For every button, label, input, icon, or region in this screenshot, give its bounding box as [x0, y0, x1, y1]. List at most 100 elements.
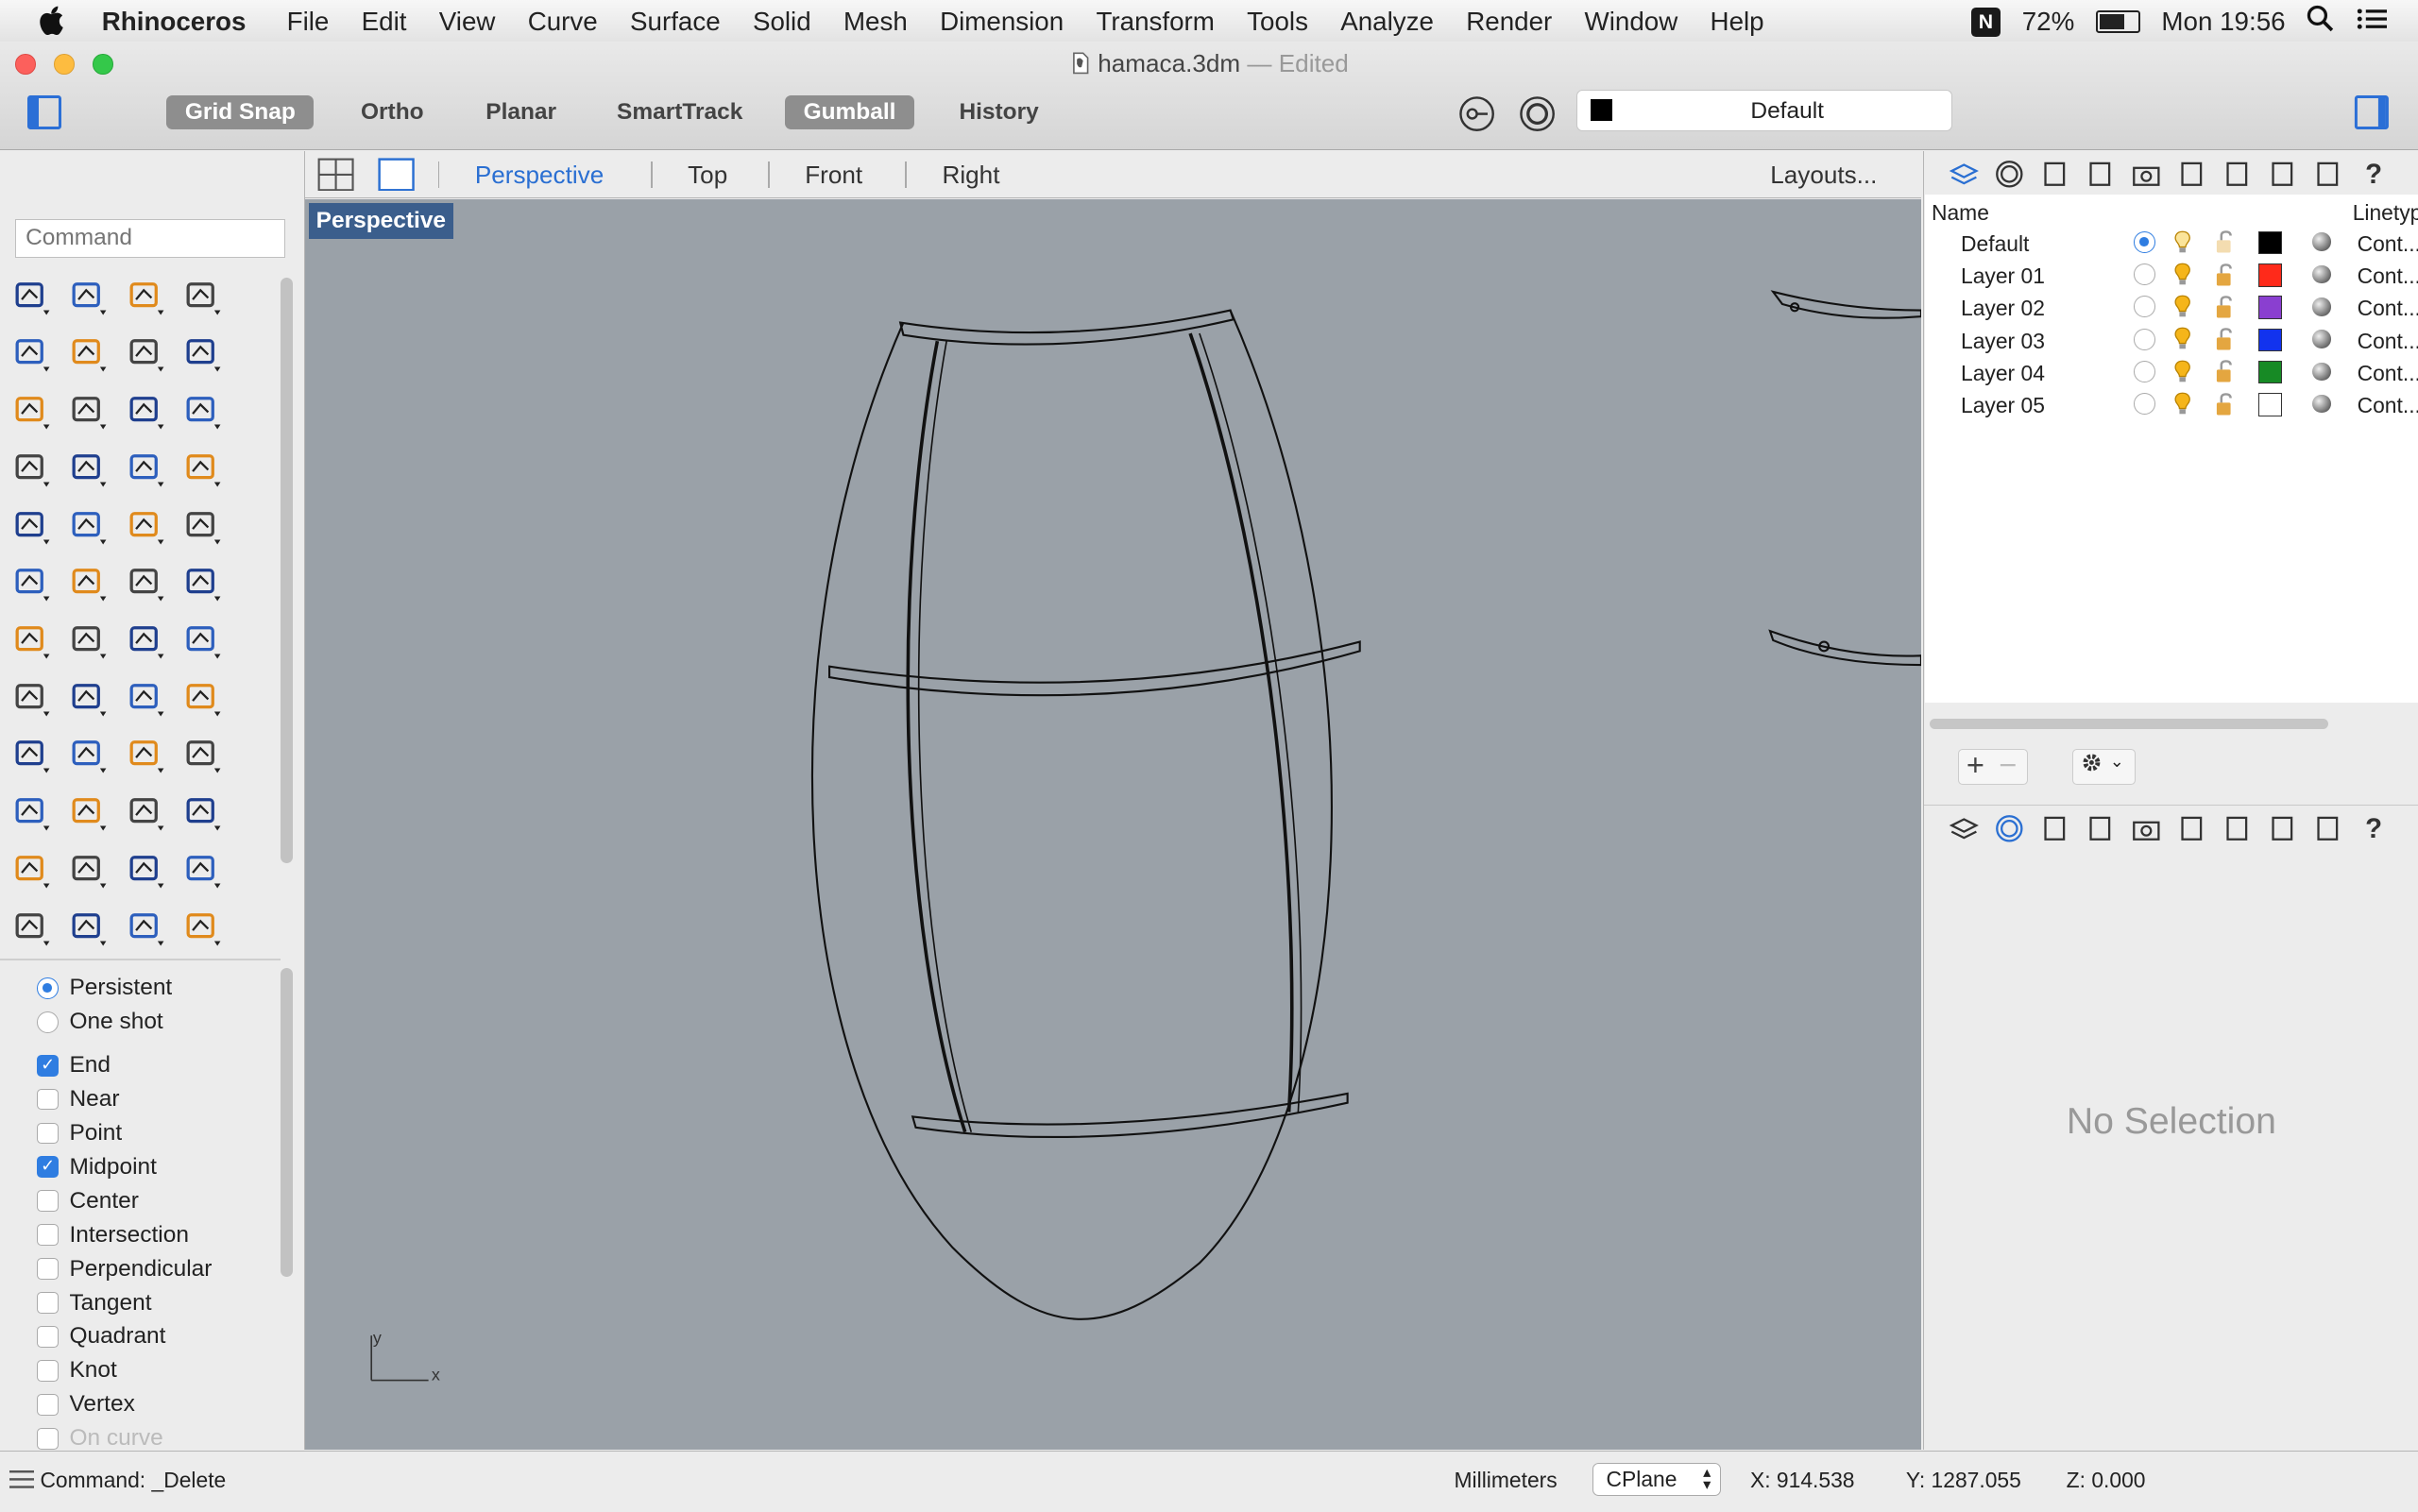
tab-perspective[interactable]: Perspective: [475, 161, 604, 190]
layer-material-icon[interactable]: [2312, 297, 2331, 316]
spotlight-search-icon[interactable]: [2307, 5, 2334, 39]
layer-color-swatch[interactable]: [2258, 263, 2282, 287]
rotate-view-icon[interactable]: [9, 848, 56, 894]
osnap-tangent[interactable]: Tangent: [37, 1286, 152, 1320]
osnap-toggle-icon[interactable]: [1458, 95, 1495, 138]
patch-icon[interactable]: [180, 447, 227, 493]
layer-color-swatch[interactable]: [2258, 361, 2282, 384]
checkbox[interactable]: [37, 1224, 60, 1247]
grid-icon[interactable]: [2176, 813, 2204, 841]
radio-button[interactable]: [37, 977, 60, 999]
app-name-menu[interactable]: Rhinoceros: [102, 7, 247, 37]
analyze-icon[interactable]: [9, 733, 56, 779]
layer-lock-icon[interactable]: [2212, 229, 2237, 254]
tab-front[interactable]: Front: [805, 161, 862, 190]
checkbox[interactable]: [37, 1393, 60, 1416]
layer-color-swatch[interactable]: [2258, 230, 2282, 255]
help-icon[interactable]: ?: [2358, 813, 2385, 844]
layer-lock-icon[interactable]: [2212, 263, 2237, 287]
remove-layer-button[interactable]: −: [1999, 747, 2017, 783]
single-viewport-icon[interactable]: [378, 157, 415, 197]
display-icon[interactable]: [1994, 159, 2023, 188]
menu-mesh[interactable]: Mesh: [843, 7, 908, 37]
monitor-icon[interactable]: [2312, 159, 2340, 187]
current-layer-radio[interactable]: [2133, 361, 2155, 382]
layer-visible-bulb-icon[interactable]: [2169, 325, 2196, 352]
menu-help[interactable]: Help: [1711, 7, 1764, 37]
trim-icon[interactable]: [66, 504, 112, 551]
layouts-button[interactable]: Layouts...: [1770, 161, 1877, 190]
scale-icon[interactable]: [180, 561, 227, 607]
layer-lock-icon[interactable]: [2212, 392, 2237, 416]
rotate-icon[interactable]: [124, 561, 170, 607]
record-history-icon[interactable]: [1519, 95, 1556, 138]
menu-edit[interactable]: Edit: [362, 7, 407, 37]
align-icon[interactable]: [180, 676, 227, 722]
checkbox[interactable]: [37, 1258, 60, 1281]
menu-tools[interactable]: Tools: [1247, 7, 1308, 37]
layer-material-icon[interactable]: [2312, 394, 2331, 414]
snapshot-icon[interactable]: [180, 848, 227, 894]
grid-array-icon[interactable]: [124, 676, 170, 722]
camera-icon[interactable]: [2131, 159, 2160, 187]
layers-icon[interactable]: [1949, 813, 1979, 841]
layer-options-dropdown[interactable]: ⌄: [2071, 749, 2136, 786]
camera-icon[interactable]: [2131, 813, 2160, 841]
checkbox[interactable]: [37, 1190, 60, 1213]
layer-linetype[interactable]: Cont...: [2358, 296, 2418, 321]
join-icon[interactable]: [180, 504, 227, 551]
menu-solid[interactable]: Solid: [753, 7, 811, 37]
toggle-right-sidebar-button[interactable]: [2354, 95, 2389, 130]
cplane-dropdown[interactable]: CPlane ▴ ▾: [1592, 1462, 1722, 1497]
menu-analyze[interactable]: Analyze: [1340, 7, 1434, 37]
current-layer-radio[interactable]: [2133, 263, 2155, 285]
layer-linetype[interactable]: Cont...: [2358, 393, 2418, 418]
layer-visible-bulb-icon[interactable]: [2169, 229, 2196, 256]
current-layer-radio[interactable]: [2133, 393, 2155, 416]
units-label[interactable]: Millimeters: [1455, 1468, 1558, 1493]
layer-row[interactable]: Layer 05 Cont...: [1925, 388, 2418, 420]
current-layer-radio[interactable]: [2133, 296, 2155, 318]
tool-palette-scrollbar[interactable]: [281, 277, 294, 864]
zoom-window-icon[interactable]: [66, 790, 112, 837]
display-icon[interactable]: [1994, 813, 2023, 842]
point-icon[interactable]: [66, 275, 112, 321]
layer-material-icon[interactable]: [2312, 232, 2331, 252]
checkbox[interactable]: [37, 1359, 60, 1382]
circle-icon[interactable]: [9, 331, 56, 378]
notes-icon[interactable]: [2222, 159, 2249, 187]
menu-transform[interactable]: Transform: [1096, 7, 1214, 37]
layer-lock-icon[interactable]: [2212, 327, 2237, 351]
material-icon[interactable]: [124, 906, 170, 952]
layers-horizontal-scrollbar[interactable]: [1930, 718, 2328, 730]
cage-icon[interactable]: [124, 733, 170, 779]
polygon-icon[interactable]: [9, 389, 56, 435]
osnap-vertex[interactable]: Vertex: [37, 1387, 135, 1421]
cylinder-icon[interactable]: [124, 447, 170, 493]
select-icon[interactable]: [9, 275, 56, 321]
apple-menu-icon[interactable]: [37, 5, 64, 43]
layer-row[interactable]: Layer 03 Cont...: [1925, 324, 2418, 356]
layer-visible-bulb-icon[interactable]: [2169, 261, 2196, 288]
perspective-viewport[interactable]: x y Perspective: [305, 198, 1922, 1450]
viewport-icon[interactable]: [2267, 159, 2294, 187]
split-icon[interactable]: [124, 504, 170, 551]
n-app-icon[interactable]: N: [1970, 7, 2001, 37]
menu-view[interactable]: View: [439, 7, 496, 37]
notification-center-icon[interactable]: [2357, 7, 2388, 38]
sphere-icon[interactable]: [66, 447, 112, 493]
current-layer-radio[interactable]: [2133, 230, 2155, 253]
checkbox[interactable]: ✓: [37, 1156, 60, 1179]
boolean-icon[interactable]: [9, 561, 56, 607]
layers-column-name[interactable]: Name: [1932, 200, 1989, 226]
command-input[interactable]: [15, 218, 286, 258]
layers-icon[interactable]: [1949, 159, 1979, 186]
layers-column-linetype[interactable]: Linetyp: [2353, 200, 2418, 226]
layer-row[interactable]: Layer 04 Cont...: [1925, 356, 2418, 388]
battery-icon[interactable]: [2096, 10, 2140, 33]
osnap-knot[interactable]: Knot: [37, 1353, 117, 1387]
checkbox[interactable]: ✓: [37, 1054, 60, 1077]
menu-window[interactable]: Window: [1585, 7, 1678, 37]
checkbox[interactable]: [37, 1427, 60, 1450]
zoom-icon[interactable]: [9, 790, 56, 837]
